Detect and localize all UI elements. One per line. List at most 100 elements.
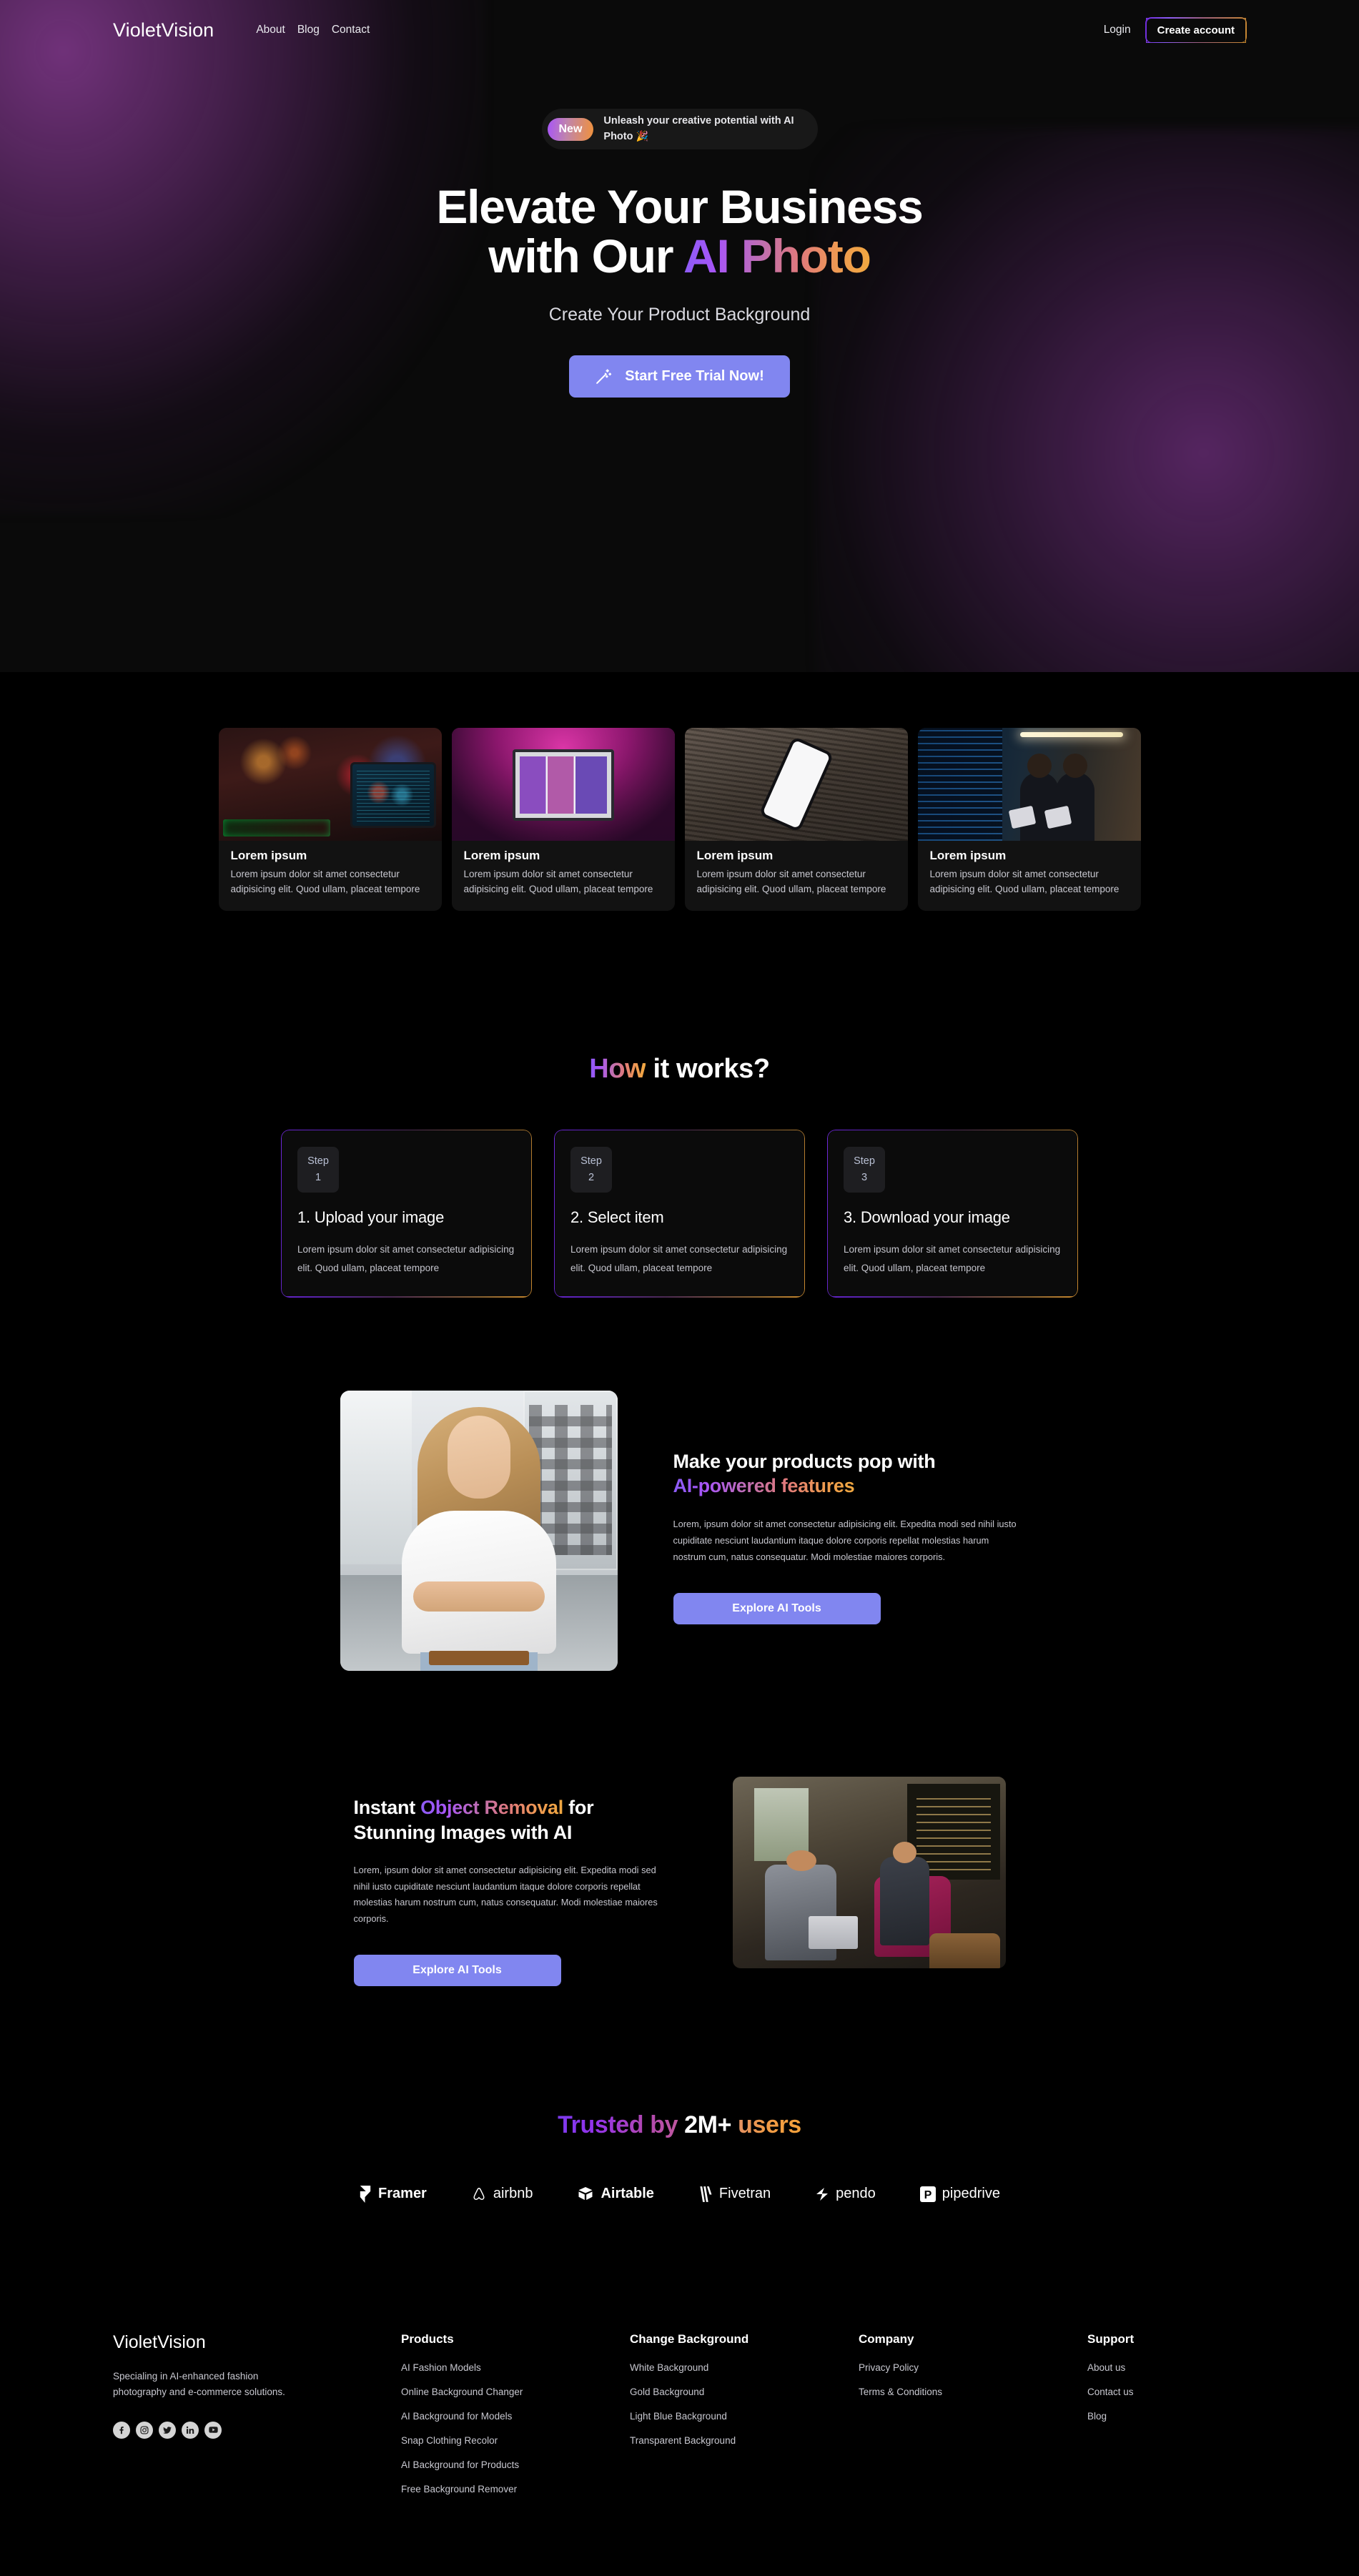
step-card-2[interactable]: Step 2 2. Select item Lorem ipsum dolor …	[554, 1130, 805, 1298]
footer-link-item: Free Background Remover	[401, 2483, 630, 2496]
announcement-pill[interactable]: New Unleash your creative potential with…	[541, 109, 818, 150]
footer-link-item: About us	[1087, 2362, 1134, 2374]
step-card-3[interactable]: Step 3 3. Download your image Lorem ipsu…	[827, 1130, 1078, 1298]
footer-link[interactable]: Snap Clothing Recolor	[401, 2435, 498, 2446]
hero-title-line2-plain: with Our	[488, 229, 684, 282]
footer-link[interactable]: AI Background for Models	[401, 2411, 512, 2422]
step-description: Lorem ipsum dolor sit amet consectetur a…	[844, 1244, 1061, 1274]
card-description: Lorem ipsum dolor sit amet consectetur a…	[463, 869, 653, 894]
site-footer: VioletVision Specialing in AI-enhanced f…	[0, 2282, 1359, 2576]
start-free-trial-button[interactable]: Start Free Trial Now!	[569, 355, 790, 398]
footer-link[interactable]: Light Blue Background	[630, 2411, 727, 2422]
how-it-works-section: How it works? Step 1 1. Upload your imag…	[0, 911, 1359, 1298]
login-link[interactable]: Login	[1104, 24, 1131, 36]
footer-brand-column: VioletVision Specialing in AI-enhanced f…	[113, 2332, 401, 2507]
card-title: Lorem ipsum	[230, 849, 307, 862]
removal-image-cafe	[732, 1776, 1006, 1968]
card-description: Lorem ipsum dolor sit amet consectetur a…	[230, 869, 420, 894]
nav-item-blog[interactable]: Blog	[297, 24, 320, 36]
footer-link[interactable]: AI Background for Products	[401, 2459, 519, 2470]
showcase-card[interactable]: Lorem ipsum Lorem ipsum dolor sit amet c…	[218, 728, 442, 911]
announcement-text: Unleash your creative potential with AI …	[603, 114, 797, 144]
nav-item-contact[interactable]: Contact	[332, 24, 370, 36]
create-account-button[interactable]: Create account	[1145, 17, 1246, 43]
partner-logos-row: Framer airbnb Airtable Fivetran pendo P …	[0, 2185, 1359, 2204]
removal-heading-accent: Object Removal	[420, 1796, 563, 1818]
magic-wand-icon	[595, 367, 613, 385]
hero-subtitle: Create Your Product Background	[548, 305, 811, 325]
youtube-icon[interactable]	[204, 2421, 222, 2439]
footer-link-item: Terms & Conditions	[859, 2386, 1087, 2399]
footer-column-heading: Company	[859, 2331, 914, 2346]
linkedin-icon[interactable]	[182, 2421, 199, 2439]
card-image-pink-desktop	[451, 728, 675, 841]
footer-link[interactable]: Terms & Conditions	[859, 2387, 942, 2397]
feature-image-model	[340, 1390, 618, 1671]
showcase-card[interactable]: Lorem ipsum Lorem ipsum dolor sit amet c…	[917, 728, 1141, 911]
step-badge-number: 1	[315, 1172, 322, 1184]
explore-ai-tools-button-2[interactable]: Explore AI Tools	[353, 1954, 561, 1986]
feature-text-block: Make your products pop with AI-powered f…	[673, 1391, 1019, 1624]
twitter-icon[interactable]	[159, 2421, 176, 2439]
footer-link[interactable]: White Background	[630, 2362, 708, 2373]
card-image-phone-wood	[684, 728, 908, 841]
footer-link-item: Light Blue Background	[630, 2410, 859, 2423]
trusted-heading-accent: Trusted by	[558, 2111, 685, 2138]
footer-link[interactable]: Gold Background	[630, 2387, 704, 2397]
ai-features-section: Make your products pop with AI-powered f…	[0, 1390, 1359, 1671]
step-title: 1. Upload your image	[297, 1208, 445, 1227]
removal-heading-pre: Instant	[353, 1796, 421, 1818]
card-image-neon-studio	[218, 728, 442, 841]
showcase-card-row: Lorem ipsum Lorem ipsum dolor sit amet c…	[0, 728, 1359, 911]
footer-link-item: Transparent Background	[630, 2434, 859, 2447]
partner-logo-label: Fivetran	[718, 2186, 771, 2202]
footer-link[interactable]: About us	[1087, 2362, 1125, 2373]
announcement-label: Unleash your creative potential with AI …	[603, 115, 794, 143]
trusted-by-section: Trusted by 2M+ users Framer airbnb Airta…	[0, 2111, 1359, 2204]
partner-logo-airtable: Airtable	[577, 2186, 654, 2203]
footer-link[interactable]: Transparent Background	[630, 2435, 736, 2446]
footer-column-change-background: Change Background White Background Gold …	[630, 2332, 859, 2507]
instagram-icon[interactable]	[136, 2421, 153, 2439]
showcase-card[interactable]: Lorem ipsum Lorem ipsum dolor sit amet c…	[451, 728, 675, 911]
footer-link[interactable]: Contact us	[1087, 2387, 1134, 2397]
explore-ai-tools-button[interactable]: Explore AI Tools	[673, 1592, 881, 1624]
footer-link[interactable]: Free Background Remover	[401, 2484, 517, 2494]
footer-link-list: About us Contact us Blog	[1087, 2362, 1134, 2423]
footer-link-item: AI Background for Products	[401, 2459, 630, 2472]
footer-link[interactable]: AI Fashion Models	[401, 2362, 481, 2373]
how-it-works-heading: How it works?	[0, 1054, 1359, 1085]
step-description: Lorem ipsum dolor sit amet consectetur a…	[570, 1244, 788, 1274]
nav-item-about[interactable]: About	[256, 24, 285, 36]
hero-section: VioletVision About Blog Contact Login Cr…	[0, 0, 1359, 672]
feature-heading-accent: AI-powered features	[673, 1474, 855, 1496]
showcase-card[interactable]: Lorem ipsum Lorem ipsum dolor sit amet c…	[684, 728, 908, 911]
footer-link[interactable]: Privacy Policy	[859, 2362, 919, 2373]
footer-column-heading: Support	[1087, 2331, 1135, 2346]
partner-logo-label: pipedrive	[942, 2186, 1000, 2202]
footer-link-item: Contact us	[1087, 2386, 1134, 2399]
partner-logo-fivetran: Fivetran	[698, 2185, 771, 2204]
pendo-icon	[815, 2186, 829, 2202]
footer-column-support: Support About us Contact us Blog	[1087, 2332, 1134, 2507]
footer-link-list: Privacy Policy Terms & Conditions	[859, 2362, 1087, 2399]
footer-link-item: Blog	[1087, 2410, 1134, 2423]
facebook-icon[interactable]	[113, 2421, 130, 2439]
hero-title-line1: Elevate Your Business	[436, 180, 924, 234]
card-description: Lorem ipsum dolor sit amet consectetur a…	[696, 869, 886, 894]
partner-logo-label: Airtable	[601, 2186, 654, 2202]
svg-text:P: P	[924, 2189, 931, 2201]
footer-link[interactable]: Blog	[1087, 2411, 1107, 2422]
new-badge: New	[547, 117, 594, 141]
brand-logo[interactable]: VioletVision	[113, 19, 214, 41]
trusted-heading-suffix: users	[731, 2111, 801, 2138]
step-card-1[interactable]: Step 1 1. Upload your image Lorem ipsum …	[281, 1130, 532, 1298]
partner-logo-label: Framer	[378, 2186, 427, 2202]
footer-link-item: AI Fashion Models	[401, 2362, 630, 2374]
footer-column-company: Company Privacy Policy Terms & Condition…	[859, 2332, 1087, 2507]
partner-logo-airbnb: airbnb	[471, 2186, 533, 2203]
feature-heading-line1: Make your products pop with	[673, 1450, 936, 1472]
steps-row: Step 1 1. Upload your image Lorem ipsum …	[0, 1130, 1359, 1298]
step-badge: Step 3	[844, 1147, 885, 1193]
footer-link[interactable]: Online Background Changer	[401, 2387, 523, 2397]
